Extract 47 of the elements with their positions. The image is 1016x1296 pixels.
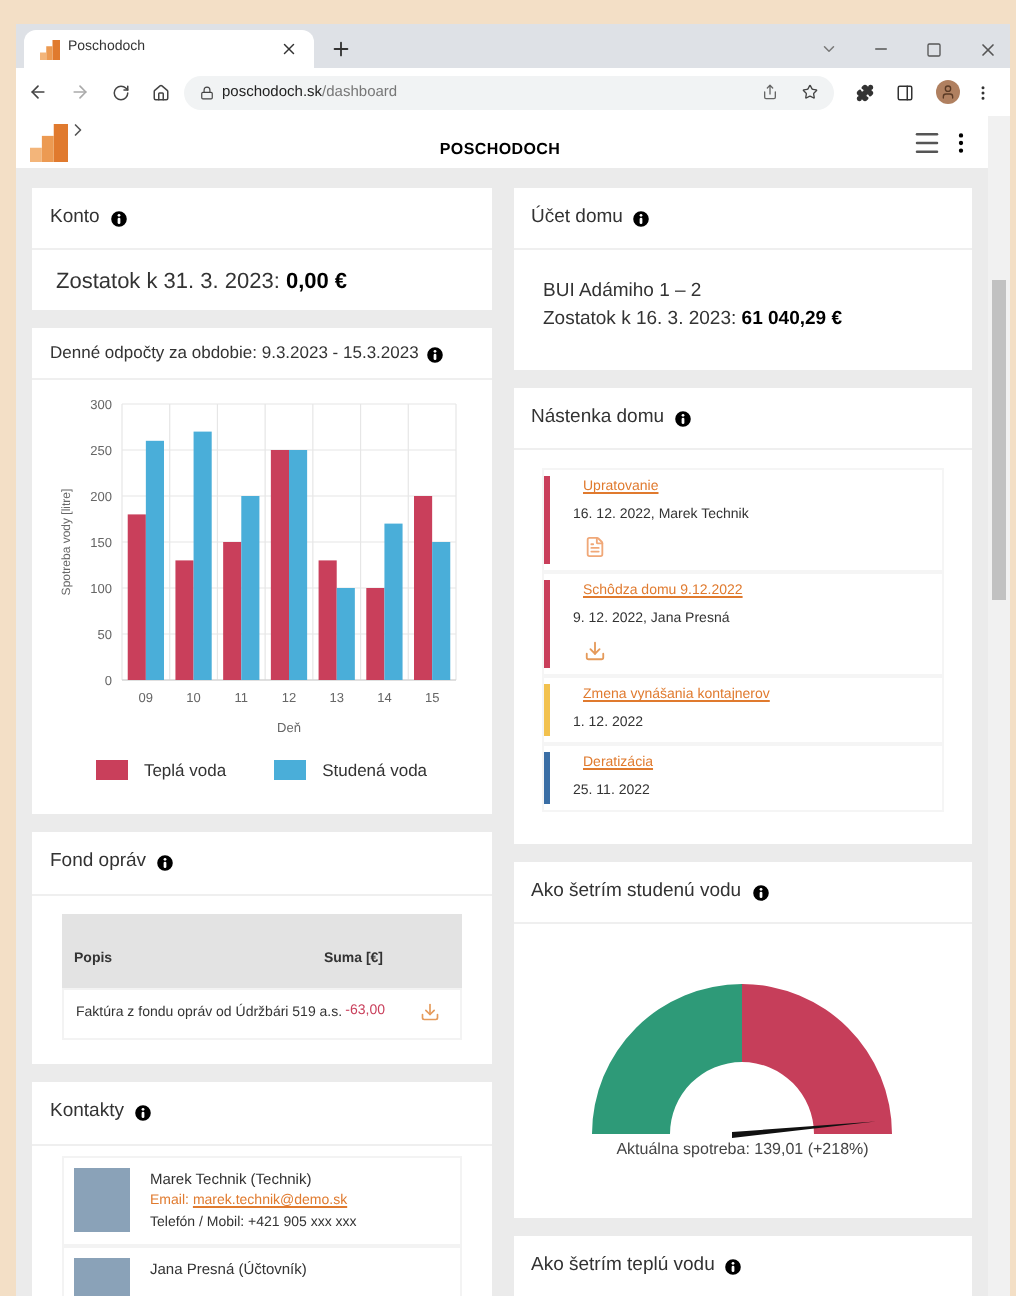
legend-swatch: [274, 759, 307, 780]
chevron-down-icon[interactable]: [820, 40, 838, 58]
legend-label: Studená voda: [322, 757, 428, 783]
card-title: Účet domu: [531, 204, 623, 232]
home-icon[interactable]: [152, 83, 170, 101]
card-title: Ako šetrím teplú vodu: [531, 1252, 715, 1280]
bar: [319, 559, 338, 679]
legend-swatch: [95, 759, 128, 780]
card-title: Fond opráv: [50, 848, 147, 877]
info-icon[interactable]: [107, 207, 130, 230]
side-panel-icon[interactable]: [896, 83, 914, 101]
star-icon[interactable]: [802, 84, 818, 100]
brand-name: POSCHODOCH: [439, 138, 561, 162]
info-icon[interactable]: [672, 407, 695, 430]
info-icon[interactable]: [154, 851, 177, 874]
lock-icon: [200, 85, 214, 99]
card-title: Konto: [50, 204, 100, 232]
bar: [337, 587, 356, 679]
profile-avatar[interactable]: [936, 80, 960, 104]
menu-icon[interactable]: [912, 127, 942, 157]
share-icon[interactable]: [762, 84, 778, 100]
extensions-icon[interactable]: [856, 83, 874, 101]
back-icon[interactable]: [28, 82, 48, 102]
info-icon[interactable]: [423, 343, 446, 365]
stairs-logo-icon: [40, 39, 60, 59]
bar: [432, 541, 451, 679]
card-title: Denné odpočty za obdobie: 9.3.2023 - 15.3.2023: [50, 342, 419, 363]
new-tab-icon[interactable]: [330, 38, 352, 60]
stairs-logo-icon: [30, 123, 68, 161]
card-title: Nástenka domu: [531, 404, 665, 432]
balance-text: Zostatok k 31. 3. 2023: 0,00 €: [56, 270, 348, 295]
close-window-icon[interactable]: [978, 39, 998, 59]
bar: [223, 541, 242, 679]
house-balance-text: Zostatok k 16. 3. 2023: 61 040,29 €: [543, 306, 844, 335]
card-title: Ako šetrím studenú vodu: [531, 878, 742, 906]
house-address: BUI Adámiho 1 – 2: [543, 278, 704, 307]
consumption-reading: Aktuálna spotreba: 139,01 (+218%): [616, 1138, 869, 1163]
avatar-photo-placeholder: [74, 1167, 130, 1231]
reload-icon[interactable]: [112, 83, 130, 101]
info-icon[interactable]: [749, 881, 772, 904]
maximize-icon[interactable]: [926, 41, 942, 57]
card-title: Kontakty: [50, 1098, 124, 1127]
close-icon[interactable]: [280, 40, 298, 58]
info-icon[interactable]: [722, 1255, 745, 1278]
info-icon[interactable]: [630, 207, 653, 230]
info-icon[interactable]: [131, 1101, 154, 1124]
legend-label: Teplá voda: [143, 757, 227, 783]
